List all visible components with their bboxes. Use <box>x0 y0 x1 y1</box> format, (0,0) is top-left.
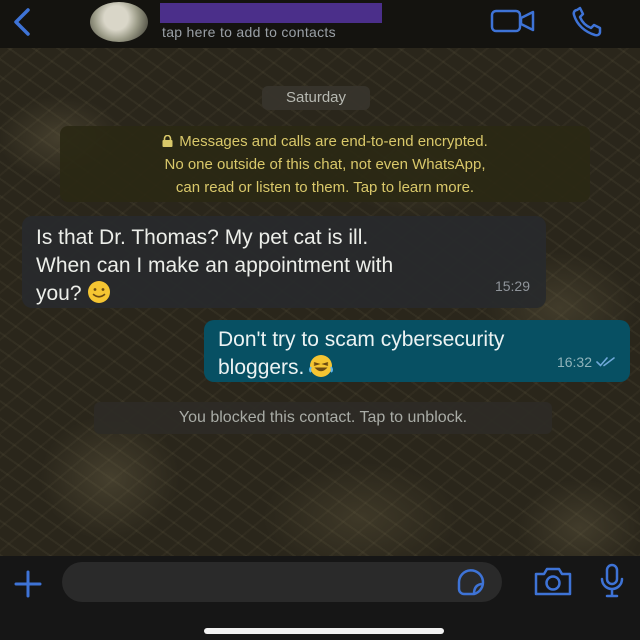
incoming-message[interactable]: Is that Dr. Thomas? My pet cat is ill. W… <box>22 216 546 308</box>
message-line: When can I make an appointment with <box>36 254 394 277</box>
back-icon[interactable] <box>8 6 36 38</box>
encryption-notice-line-1: Messages and calls are end-to-end encryp… <box>60 130 590 153</box>
message-line-text: you? <box>36 282 82 305</box>
message-time: 15:29 <box>494 278 530 294</box>
message-input[interactable] <box>62 562 502 602</box>
plus-icon[interactable] <box>10 566 46 602</box>
contact-name-redacted[interactable] <box>160 3 382 23</box>
slightly-smiling-face-icon <box>86 280 112 304</box>
message-time-status: 16:32 <box>557 348 616 376</box>
sticker-icon[interactable] <box>454 566 488 598</box>
message-time: 16:32 <box>556 354 592 370</box>
blocked-contact-notice[interactable]: You blocked this contact. Tap to unblock… <box>94 402 552 434</box>
home-indicator[interactable] <box>204 628 444 634</box>
phone-call-icon[interactable] <box>570 6 606 38</box>
camera-icon[interactable] <box>532 564 574 598</box>
microphone-icon[interactable] <box>598 562 626 600</box>
message-line-last: you? <box>36 280 532 308</box>
date-separator: Saturday <box>262 86 370 110</box>
message-line-text: bloggers. <box>218 356 305 379</box>
lock-icon <box>162 131 173 147</box>
message-composer <box>0 556 640 640</box>
read-receipt-icon <box>596 349 616 367</box>
encryption-notice-line-2: No one outside of this chat, not even Wh… <box>164 156 486 173</box>
encryption-notice-line-3: can read or listen to them. Tap to learn… <box>175 179 475 196</box>
outgoing-message[interactable]: Don't try to scam cybersecurity bloggers… <box>204 320 630 382</box>
chat-header: tap here to add to contacts <box>0 0 640 48</box>
contact-avatar[interactable] <box>90 2 148 42</box>
laughing-face-icon <box>308 354 334 378</box>
video-call-icon[interactable] <box>490 8 536 34</box>
add-to-contacts-hint[interactable]: tap here to add to contacts <box>162 24 336 40</box>
message-line: Is that Dr. Thomas? My pet cat is ill. <box>36 226 369 249</box>
encryption-notice[interactable]: Messages and calls are end-to-end encryp… <box>60 126 590 202</box>
encryption-text-1: Messages and calls are end-to-end encryp… <box>179 133 488 150</box>
